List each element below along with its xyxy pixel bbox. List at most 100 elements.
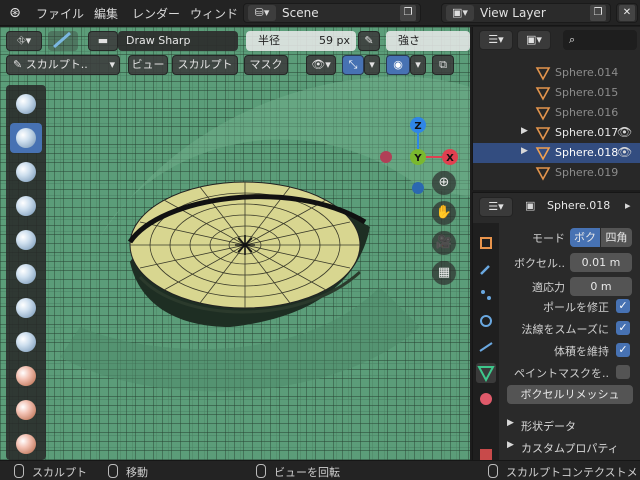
radius-field[interactable]: 半径 59 px: [246, 31, 356, 51]
navigation-gizmo[interactable]: Z Y X: [370, 87, 470, 207]
outliner-row[interactable]: Sphere.016: [473, 103, 640, 123]
close-icon[interactable]: ✕: [619, 5, 635, 21]
tab-object-icon[interactable]: [476, 233, 496, 253]
menu-mask[interactable]: マスク: [244, 55, 288, 75]
clay-strips-tool[interactable]: [10, 191, 42, 221]
voxel-remesh-button[interactable]: ボクセルリメッシュ: [507, 385, 633, 404]
blob-tool[interactable]: [10, 293, 42, 323]
menu-edit[interactable]: 編集: [94, 5, 118, 22]
view-layer-selector[interactable]: ▣▾ View Layer ❐: [441, 3, 611, 23]
new-scene-icon[interactable]: ❐: [400, 5, 416, 21]
gizmo-neg-z[interactable]: [412, 182, 424, 194]
object-name: Sphere.015: [555, 86, 619, 99]
tab-texture-icon[interactable]: [476, 445, 496, 460]
clay-tool[interactable]: [10, 157, 42, 187]
blob-brush-icon: [16, 298, 36, 318]
preserve-volume-checkbox[interactable]: ✓: [616, 343, 630, 357]
overlay-dropdown[interactable]: ▾: [410, 55, 426, 75]
overlay-icon[interactable]: ◉: [386, 55, 410, 75]
camera-icon[interactable]: 🎥: [432, 231, 456, 255]
symmetry-icon[interactable]: ⤡: [342, 55, 364, 75]
new-view-layer-icon[interactable]: ❐: [590, 5, 606, 21]
remove-view-layer-button[interactable]: ✕: [616, 3, 638, 23]
3d-viewport[interactable]: ⛗▾ ▬ Draw Sharp 半径 59 px ✎ 強さ ✎ スカルプト.. …: [0, 27, 470, 460]
smooth-tool[interactable]: [10, 361, 42, 391]
status-move: 移動: [126, 466, 148, 479]
smooth-normals-checkbox[interactable]: ✓: [616, 321, 630, 335]
draw-sharp-tool[interactable]: [10, 123, 42, 153]
crease-brush-icon: [16, 332, 36, 352]
menu-sculpt[interactable]: スカルプト: [172, 55, 238, 75]
outliner-row[interactable]: Sphere.015: [473, 83, 640, 103]
inflate-tool[interactable]: [10, 259, 42, 289]
pan-hand-icon[interactable]: ✋: [432, 201, 456, 225]
tab-constraints-icon[interactable]: [476, 337, 496, 357]
brush-name-field[interactable]: Draw Sharp: [118, 31, 238, 51]
shape-data-panel-header[interactable]: ▶ 形状データ: [503, 417, 637, 435]
layer-tool[interactable]: [10, 225, 42, 255]
scene-name[interactable]: Scene: [282, 6, 319, 20]
draw-tool[interactable]: [10, 89, 42, 119]
outliner-search-input[interactable]: ⌕: [563, 30, 637, 50]
chevron-right-icon[interactable]: ▸: [625, 199, 631, 212]
menu-render[interactable]: レンダー: [132, 5, 180, 22]
visibility-icon[interactable]: 👁▾: [306, 55, 336, 75]
voxel-size-field[interactable]: 0.01 m: [570, 253, 632, 272]
expand-arrow-icon[interactable]: ▶: [521, 126, 528, 136]
tab-material-icon[interactable]: [476, 389, 496, 409]
layer-brush-icon: [16, 230, 36, 250]
radius-label: 半径: [258, 34, 280, 47]
outliner-display-mode-button[interactable]: ☰▾: [479, 30, 513, 50]
outliner: ☰▾ ▣▾ ⌕ Sphere.014 Sphere.015 Sphere.016…: [472, 27, 640, 190]
tab-modifier-wrench-icon[interactable]: [476, 259, 496, 279]
outliner-row-selected[interactable]: ▶ Sphere.018 👁: [473, 143, 640, 163]
strength-field[interactable]: 強さ: [386, 31, 470, 51]
object-name: Sphere.019: [555, 166, 619, 179]
menu-view[interactable]: ビュー: [128, 55, 168, 75]
flatten-tool[interactable]: [10, 395, 42, 425]
zoom-icon[interactable]: ⊕: [432, 171, 456, 195]
tab-particles-icon[interactable]: [476, 285, 496, 305]
radius-value: 59 px: [319, 34, 350, 47]
mode-selector[interactable]: ✎ スカルプト.. ▾: [6, 55, 120, 75]
xray-icon[interactable]: ⧉: [432, 55, 454, 75]
mesh-object-icon: [535, 87, 551, 101]
tool-settings-bar: ⛗▾ ▬ Draw Sharp 半径 59 px ✎ 強さ: [0, 30, 470, 54]
menu-window[interactable]: ウィンド: [190, 5, 238, 22]
outliner-row[interactable]: Sphere.014: [473, 63, 640, 83]
paint-mask-checkbox[interactable]: [616, 365, 630, 379]
adaptivity-field[interactable]: 0 m: [570, 277, 632, 296]
view-layer-name[interactable]: View Layer: [480, 6, 546, 20]
pressure-radius-icon[interactable]: ✎: [358, 31, 380, 51]
properties-object-name: Sphere.018: [547, 199, 611, 212]
mode-quad-option[interactable]: 四角: [601, 228, 632, 247]
scene-selector[interactable]: ⛁▾ Scene ❐: [243, 3, 421, 23]
gizmo-neg-x[interactable]: [380, 151, 392, 163]
perspective-grid-icon[interactable]: ▦: [432, 261, 456, 285]
gizmo-y-label: Y: [413, 153, 422, 164]
expand-arrow-icon[interactable]: ▶: [521, 146, 528, 156]
eye-icon[interactable]: 👁: [617, 125, 633, 141]
brush-icon[interactable]: [48, 31, 78, 51]
eye-icon[interactable]: 👁: [617, 145, 633, 161]
shape-data-label: 形状データ: [521, 420, 576, 433]
status-rotate-view: ビューを回転: [274, 466, 340, 479]
fix-poles-checkbox[interactable]: ✓: [616, 299, 630, 313]
tab-physics-icon[interactable]: [476, 311, 496, 331]
tab-mesh-data-icon[interactable]: [476, 363, 496, 383]
menu-file[interactable]: ファイル: [36, 5, 84, 22]
editor-type-button[interactable]: ⛗▾: [6, 31, 42, 51]
symmetry-dropdown[interactable]: ▾: [364, 55, 380, 75]
crease-tool[interactable]: [10, 327, 42, 357]
fill-tool[interactable]: [10, 429, 42, 459]
mode-voxel-option[interactable]: ボク: [570, 228, 600, 247]
outliner-row[interactable]: ▶ Sphere.017 👁: [473, 123, 640, 143]
custom-props-panel-header[interactable]: ▶ カスタムプロパティ: [503, 439, 637, 457]
outliner-row[interactable]: Sphere.019: [473, 163, 640, 183]
brush-browse-button[interactable]: ▬: [88, 31, 118, 51]
blender-logo-icon[interactable]: ⊛: [6, 4, 24, 22]
tool-shelf: [6, 85, 46, 460]
properties-editor-type-button[interactable]: ☰▾: [479, 197, 513, 217]
outliner-filter-button[interactable]: ▣▾: [517, 30, 551, 50]
outliner-tree: Sphere.014 Sphere.015 Sphere.016 ▶ Spher…: [473, 53, 640, 190]
